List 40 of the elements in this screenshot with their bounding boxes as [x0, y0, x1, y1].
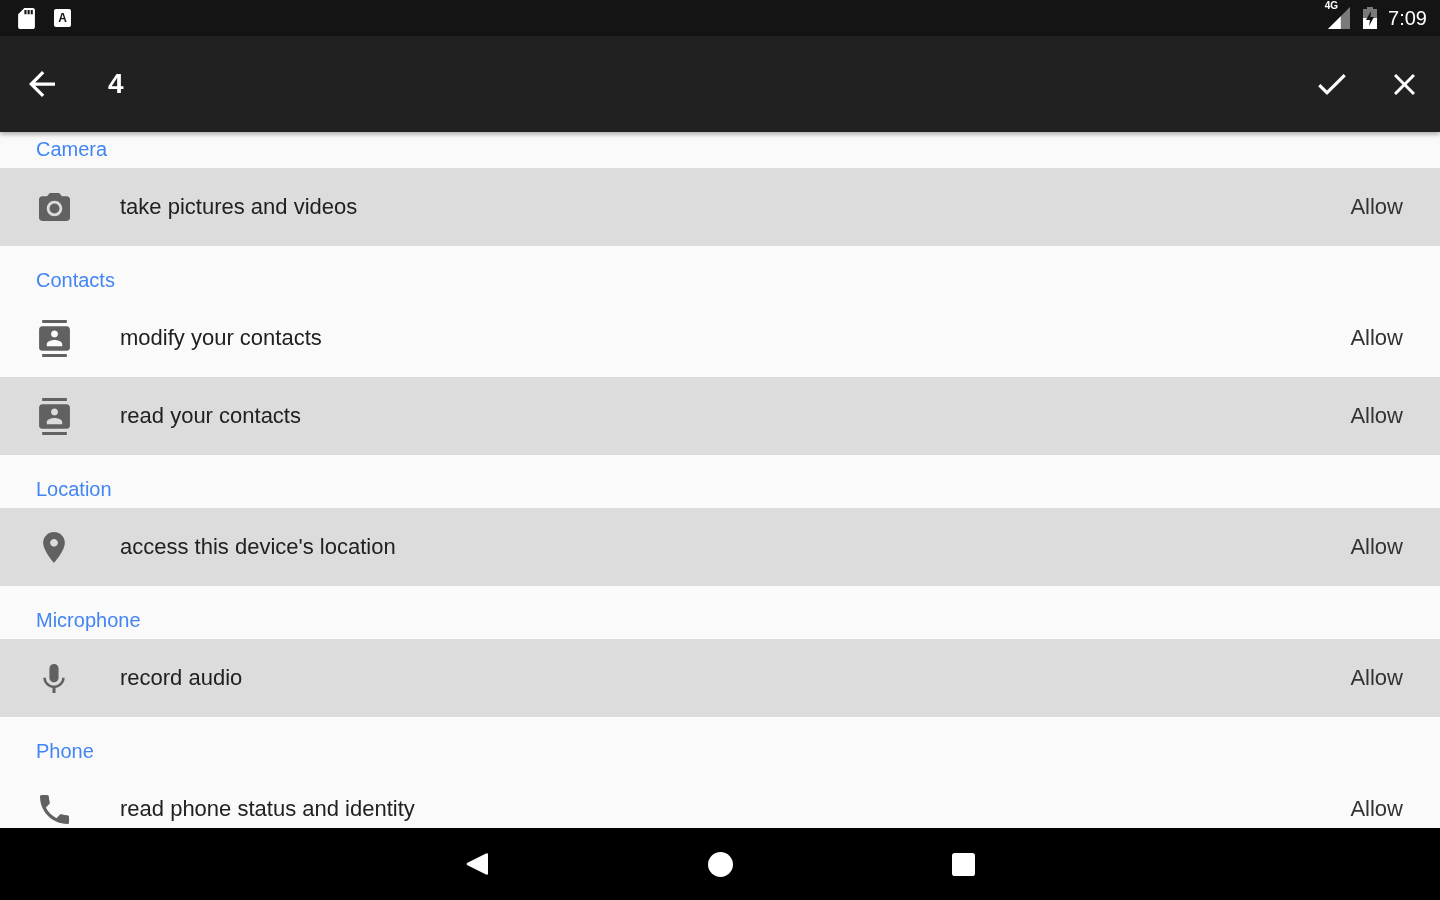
permission-status: Allow	[1350, 194, 1403, 220]
section-header: Location	[36, 478, 112, 500]
contact-card-icon	[38, 319, 70, 357]
camera-icon	[38, 193, 70, 221]
section-header: Contacts	[36, 269, 115, 291]
circle-home-icon	[707, 851, 733, 877]
toolbar-title: 4	[108, 70, 124, 98]
square-recents-icon	[951, 852, 975, 876]
permission-label: take pictures and videos	[120, 194, 358, 220]
triangle-back-icon	[466, 852, 488, 876]
permission-label: read phone status and identity	[120, 796, 415, 822]
battery-charging-icon	[1363, 7, 1378, 29]
letter-tile-icon: A	[54, 9, 71, 27]
permission-row[interactable]: access this device's location Allow	[0, 508, 1440, 586]
permission-status: Allow	[1350, 796, 1403, 822]
permission-label: access this device's location	[120, 534, 396, 560]
permission-row[interactable]: read your contacts Allow	[0, 377, 1440, 455]
permission-status: Allow	[1350, 325, 1403, 351]
section-header: Camera	[36, 138, 108, 160]
close-icon	[1393, 73, 1415, 95]
section-header: Phone	[36, 740, 94, 762]
permission-label: read your contacts	[120, 403, 301, 429]
permission-row[interactable]: record audio Allow	[0, 639, 1440, 717]
microphone-icon	[43, 663, 65, 693]
section-header: Microphone	[36, 609, 141, 631]
permission-status: Allow	[1350, 403, 1403, 429]
network-type-label: 4G	[1324, 1, 1339, 11]
permission-status: Allow	[1350, 534, 1403, 560]
location-pin-icon	[43, 531, 65, 563]
signal-icon	[1327, 7, 1352, 29]
contact-card-icon	[38, 397, 70, 435]
clock-time: 7:09	[1388, 8, 1427, 28]
permission-label: record audio	[120, 665, 243, 691]
permission-status: Allow	[1350, 665, 1403, 691]
permission-label: modify your contacts	[120, 325, 322, 351]
back-arrow-icon	[29, 71, 55, 97]
permission-row[interactable]: take pictures and videos Allow	[0, 168, 1440, 246]
sd-card-icon	[18, 7, 35, 29]
check-icon	[1318, 73, 1346, 95]
phone-icon	[39, 794, 69, 824]
